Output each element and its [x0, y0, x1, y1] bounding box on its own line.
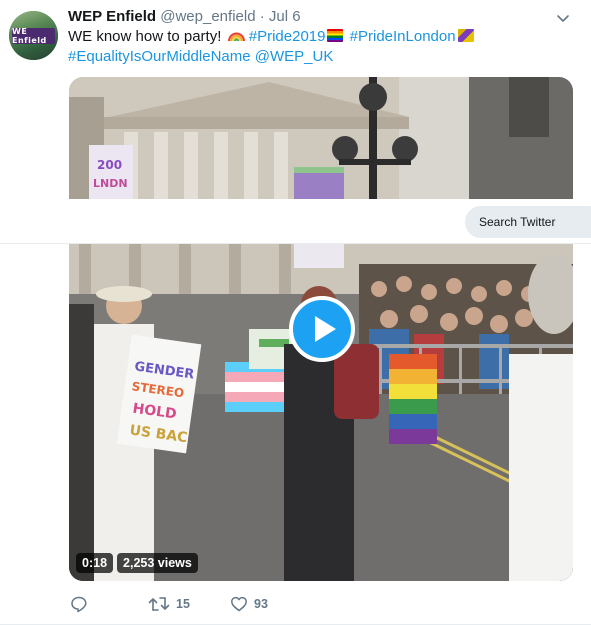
retweet-count: 15 — [176, 597, 190, 611]
author-name[interactable]: WEP Enfield — [68, 8, 156, 25]
retweet-icon — [148, 597, 170, 611]
pride-flag-icon — [457, 29, 474, 42]
tweet-text-start: WE know how to party! — [68, 28, 222, 45]
reply-icon — [71, 596, 87, 613]
like-count: 93 — [254, 597, 268, 611]
video-frame-top[interactable]: 200 LNDN — [69, 77, 573, 199]
svg-text:LNDN: LNDN — [93, 177, 128, 190]
reply-button[interactable] — [70, 592, 94, 616]
tweet-date[interactable]: Jul 6 — [269, 8, 301, 25]
video-still-bottom: GENDER STEREO HOLD US BAC — [69, 244, 573, 581]
chevron-down-icon[interactable] — [555, 10, 571, 26]
like-icon — [231, 596, 247, 612]
video-duration: 0:18 — [76, 553, 114, 573]
rainbow-icon — [227, 32, 245, 42]
avatar-logo-text: WE Enfield — [12, 27, 47, 45]
avatar-logo: WE Enfield — [12, 27, 55, 45]
retweet-button[interactable]: 15 — [148, 592, 190, 616]
search-input[interactable] — [479, 215, 591, 229]
like-button[interactable]: 93 — [230, 592, 268, 616]
search-box[interactable] — [465, 206, 591, 238]
author-handle[interactable]: @wep_enfield — [160, 8, 255, 25]
header-separator: · — [259, 8, 265, 25]
tweet-page: WE Enfield WEP Enfield @wep_enfield · Ju… — [0, 0, 591, 625]
avatar[interactable]: WE Enfield — [9, 11, 58, 60]
play-button[interactable] — [289, 296, 355, 362]
tweet-text: WE know how to party! #Pride2019 #PrideI… — [68, 27, 528, 67]
play-icon — [315, 316, 336, 342]
rainbow-flag-icon — [327, 29, 344, 42]
hashtag-pride2019[interactable]: #Pride2019 — [249, 28, 326, 45]
tweet-header: WEP Enfield @wep_enfield · Jul 6 — [68, 7, 301, 27]
hashtag-equality[interactable]: #EqualityIsOurMiddleName — [68, 48, 251, 65]
video-still-top: 200 LNDN — [69, 77, 573, 199]
video-views: 2,253 views — [117, 553, 198, 573]
video-badges: 0:18 2,253 views — [76, 553, 198, 573]
mention-wep-uk[interactable]: @WEP_UK — [255, 48, 334, 65]
video-frame-bottom[interactable]: GENDER STEREO HOLD US BAC — [69, 244, 573, 581]
hashtag-pride-in-london[interactable]: #PrideInLondon — [350, 28, 456, 45]
svg-text:200: 200 — [97, 158, 122, 172]
